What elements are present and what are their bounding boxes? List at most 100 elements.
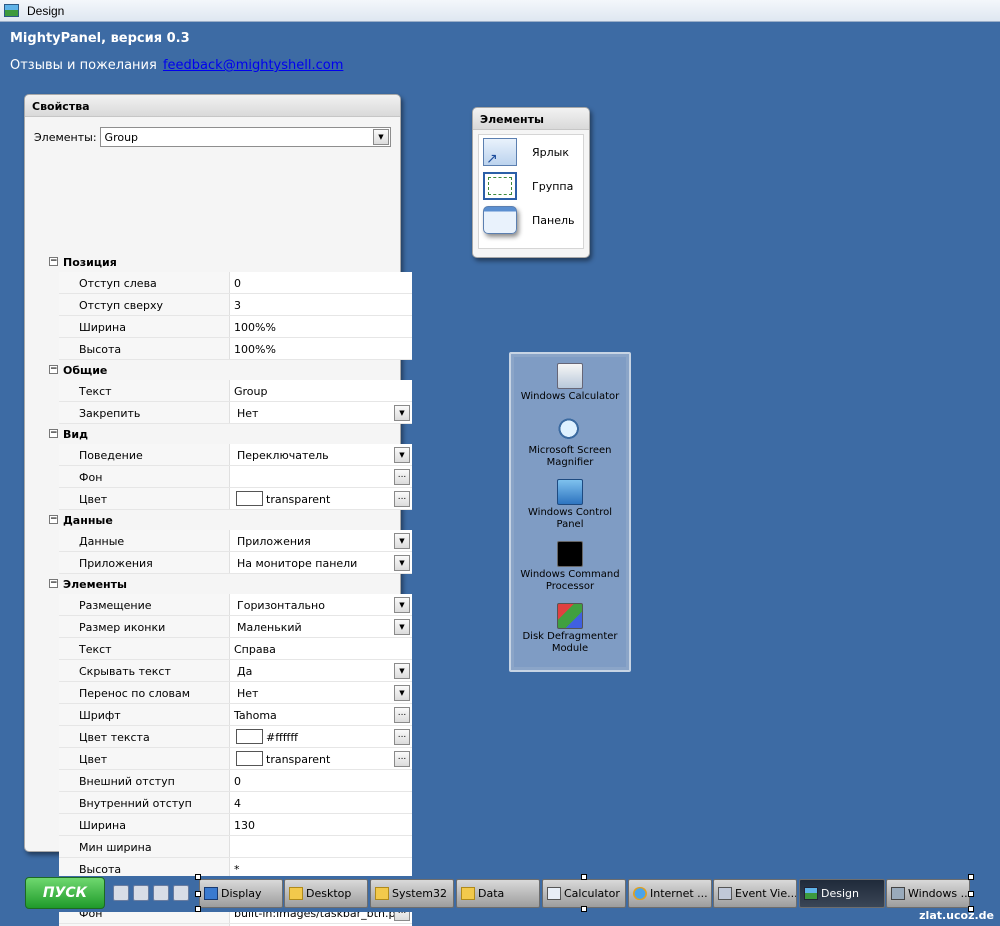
property-section-header[interactable]: − Элементы	[43, 574, 412, 594]
property-value[interactable]: #ffffff...	[230, 726, 412, 747]
display-icon[interactable]	[173, 885, 189, 901]
property-value[interactable]: ...	[230, 466, 412, 487]
property-key: Цвет	[59, 748, 230, 769]
collapse-icon[interactable]: −	[49, 515, 58, 524]
property-value-text: 4	[234, 797, 241, 810]
taskbar-button-desktop[interactable]: Desktop	[284, 879, 368, 908]
collapse-icon[interactable]: −	[49, 257, 58, 266]
selection-handle[interactable]	[968, 874, 974, 880]
palette-item-shortcut[interactable]: Ярлык	[479, 135, 583, 169]
property-value[interactable]: 4	[230, 792, 412, 813]
property-value-text: Да	[237, 665, 253, 678]
chevron-down-icon[interactable]: ▼	[394, 405, 410, 421]
property-value[interactable]: Переключатель ▼	[230, 444, 412, 465]
property-value[interactable]: Маленький ▼	[230, 616, 412, 637]
palette-item-label: Группа	[532, 179, 574, 193]
selection-handle[interactable]	[968, 891, 974, 897]
taskbar-button-calculator[interactable]: Calculator	[542, 879, 626, 908]
ellipsis-button[interactable]: ...	[394, 729, 410, 745]
windows-icon	[891, 887, 905, 900]
property-value[interactable]: 100%%	[230, 338, 412, 359]
start-button[interactable]: ПУСК	[25, 877, 105, 909]
palette-item-group[interactable]: Группа	[479, 169, 583, 203]
property-value[interactable]: Да ▼	[230, 660, 412, 681]
property-value[interactable]: 100%%	[230, 316, 412, 337]
collapse-icon[interactable]: −	[49, 429, 58, 438]
property-value[interactable]: Нет ▼	[230, 402, 412, 423]
app-label: Microsoft Screen Magnifier	[528, 445, 612, 468]
property-value[interactable]: transparent...	[230, 488, 412, 509]
property-value[interactable]: Горизонтально ▼	[230, 594, 412, 615]
property-value[interactable]: Group	[230, 380, 412, 401]
property-section-header[interactable]: − Позиция	[43, 252, 412, 272]
speaker-icon[interactable]	[133, 885, 149, 901]
ellipsis-button[interactable]: ...	[394, 707, 410, 723]
property-key: Ширина	[59, 814, 230, 835]
app-item-command-processor[interactable]: Windows Command Processor	[518, 537, 622, 593]
collapse-icon[interactable]: −	[49, 365, 58, 374]
selection-handle[interactable]	[195, 874, 201, 880]
taskbar-button-event-viewer[interactable]: Event Vie...	[713, 879, 797, 908]
taskbar-button-data[interactable]: Data	[456, 879, 540, 908]
taskbar-button-display[interactable]: Display	[199, 879, 283, 908]
property-value[interactable]: 0	[230, 272, 412, 293]
monitor-icon[interactable]	[113, 885, 129, 901]
color-swatch	[236, 751, 263, 766]
network-icon[interactable]	[153, 885, 169, 901]
taskbar-button-internet-explorer[interactable]: Internet ...	[628, 879, 712, 908]
app-item-control-panel[interactable]: Windows Control Panel	[518, 475, 622, 531]
chevron-down-icon[interactable]: ▼	[394, 619, 410, 635]
property-value[interactable]: transparent...	[230, 748, 412, 769]
property-value[interactable]: Нет ▼	[230, 682, 412, 703]
property-value[interactable]: 130	[230, 814, 412, 835]
chevron-down-icon[interactable]: ▼	[394, 685, 410, 701]
property-value[interactable]: Справа	[230, 638, 412, 659]
taskbar-button-label: System32	[392, 887, 448, 900]
chevron-down-icon[interactable]: ▼	[394, 555, 410, 571]
property-section-header[interactable]: − Данные	[43, 510, 412, 530]
property-row: Цвет transparent...	[59, 748, 412, 770]
selection-handle[interactable]	[195, 906, 201, 912]
app-item-defragmenter[interactable]: Disk Defragmenter Module	[518, 599, 622, 655]
property-section-header[interactable]: − Вид	[43, 424, 412, 444]
property-value[interactable]: Tahoma...	[230, 704, 412, 725]
app-label: Windows Control Panel	[528, 507, 612, 530]
app-item-magnifier[interactable]: Microsoft Screen Magnifier	[518, 413, 622, 469]
elements-selector[interactable]: Group ▼	[99, 127, 391, 147]
chevron-down-icon[interactable]: ▼	[394, 447, 410, 463]
property-key: Скрывать текст	[59, 660, 230, 681]
ellipsis-button[interactable]: ...	[394, 751, 410, 767]
property-key: Приложения	[59, 552, 230, 573]
chevron-down-icon[interactable]: ▼	[373, 129, 389, 145]
property-value-text: Справа	[234, 643, 276, 656]
taskbar-button-design[interactable]: Design	[799, 879, 885, 908]
app-item-calculator[interactable]: Windows Calculator	[514, 359, 626, 403]
design-app-icon	[804, 887, 818, 900]
property-value[interactable]	[230, 836, 412, 857]
chevron-down-icon[interactable]: ▼	[394, 663, 410, 679]
quick-launch	[110, 882, 198, 904]
selection-handle[interactable]	[581, 906, 587, 912]
chevron-down-icon[interactable]: ▼	[394, 597, 410, 613]
design-app-icon	[4, 4, 19, 17]
palette-item-panel[interactable]: Панель	[479, 203, 583, 237]
magnifier-icon	[557, 417, 583, 443]
chevron-down-icon[interactable]: ▼	[394, 533, 410, 549]
property-key: Внутренний отступ	[59, 792, 230, 813]
property-value[interactable]: 3	[230, 294, 412, 315]
property-value-text: Маленький	[237, 621, 302, 634]
selection-handle[interactable]	[195, 891, 201, 897]
property-section-header[interactable]: − Общие	[43, 360, 412, 380]
taskbar-button-system32[interactable]: System32	[370, 879, 454, 908]
property-value[interactable]: Приложения ▼	[230, 530, 412, 551]
property-value[interactable]: На мониторе панели ▼	[230, 552, 412, 573]
selection-handle[interactable]	[581, 874, 587, 880]
property-row: Ширина 130	[59, 814, 412, 836]
property-value[interactable]: 0	[230, 770, 412, 791]
ellipsis-button[interactable]: ...	[394, 491, 410, 507]
feedback-link[interactable]: feedback@mightyshell.com	[163, 58, 343, 73]
taskbar-button-windows[interactable]: Windows ...	[886, 879, 970, 908]
display-icon	[204, 887, 218, 900]
ellipsis-button[interactable]: ...	[394, 469, 410, 485]
collapse-icon[interactable]: −	[49, 579, 58, 588]
